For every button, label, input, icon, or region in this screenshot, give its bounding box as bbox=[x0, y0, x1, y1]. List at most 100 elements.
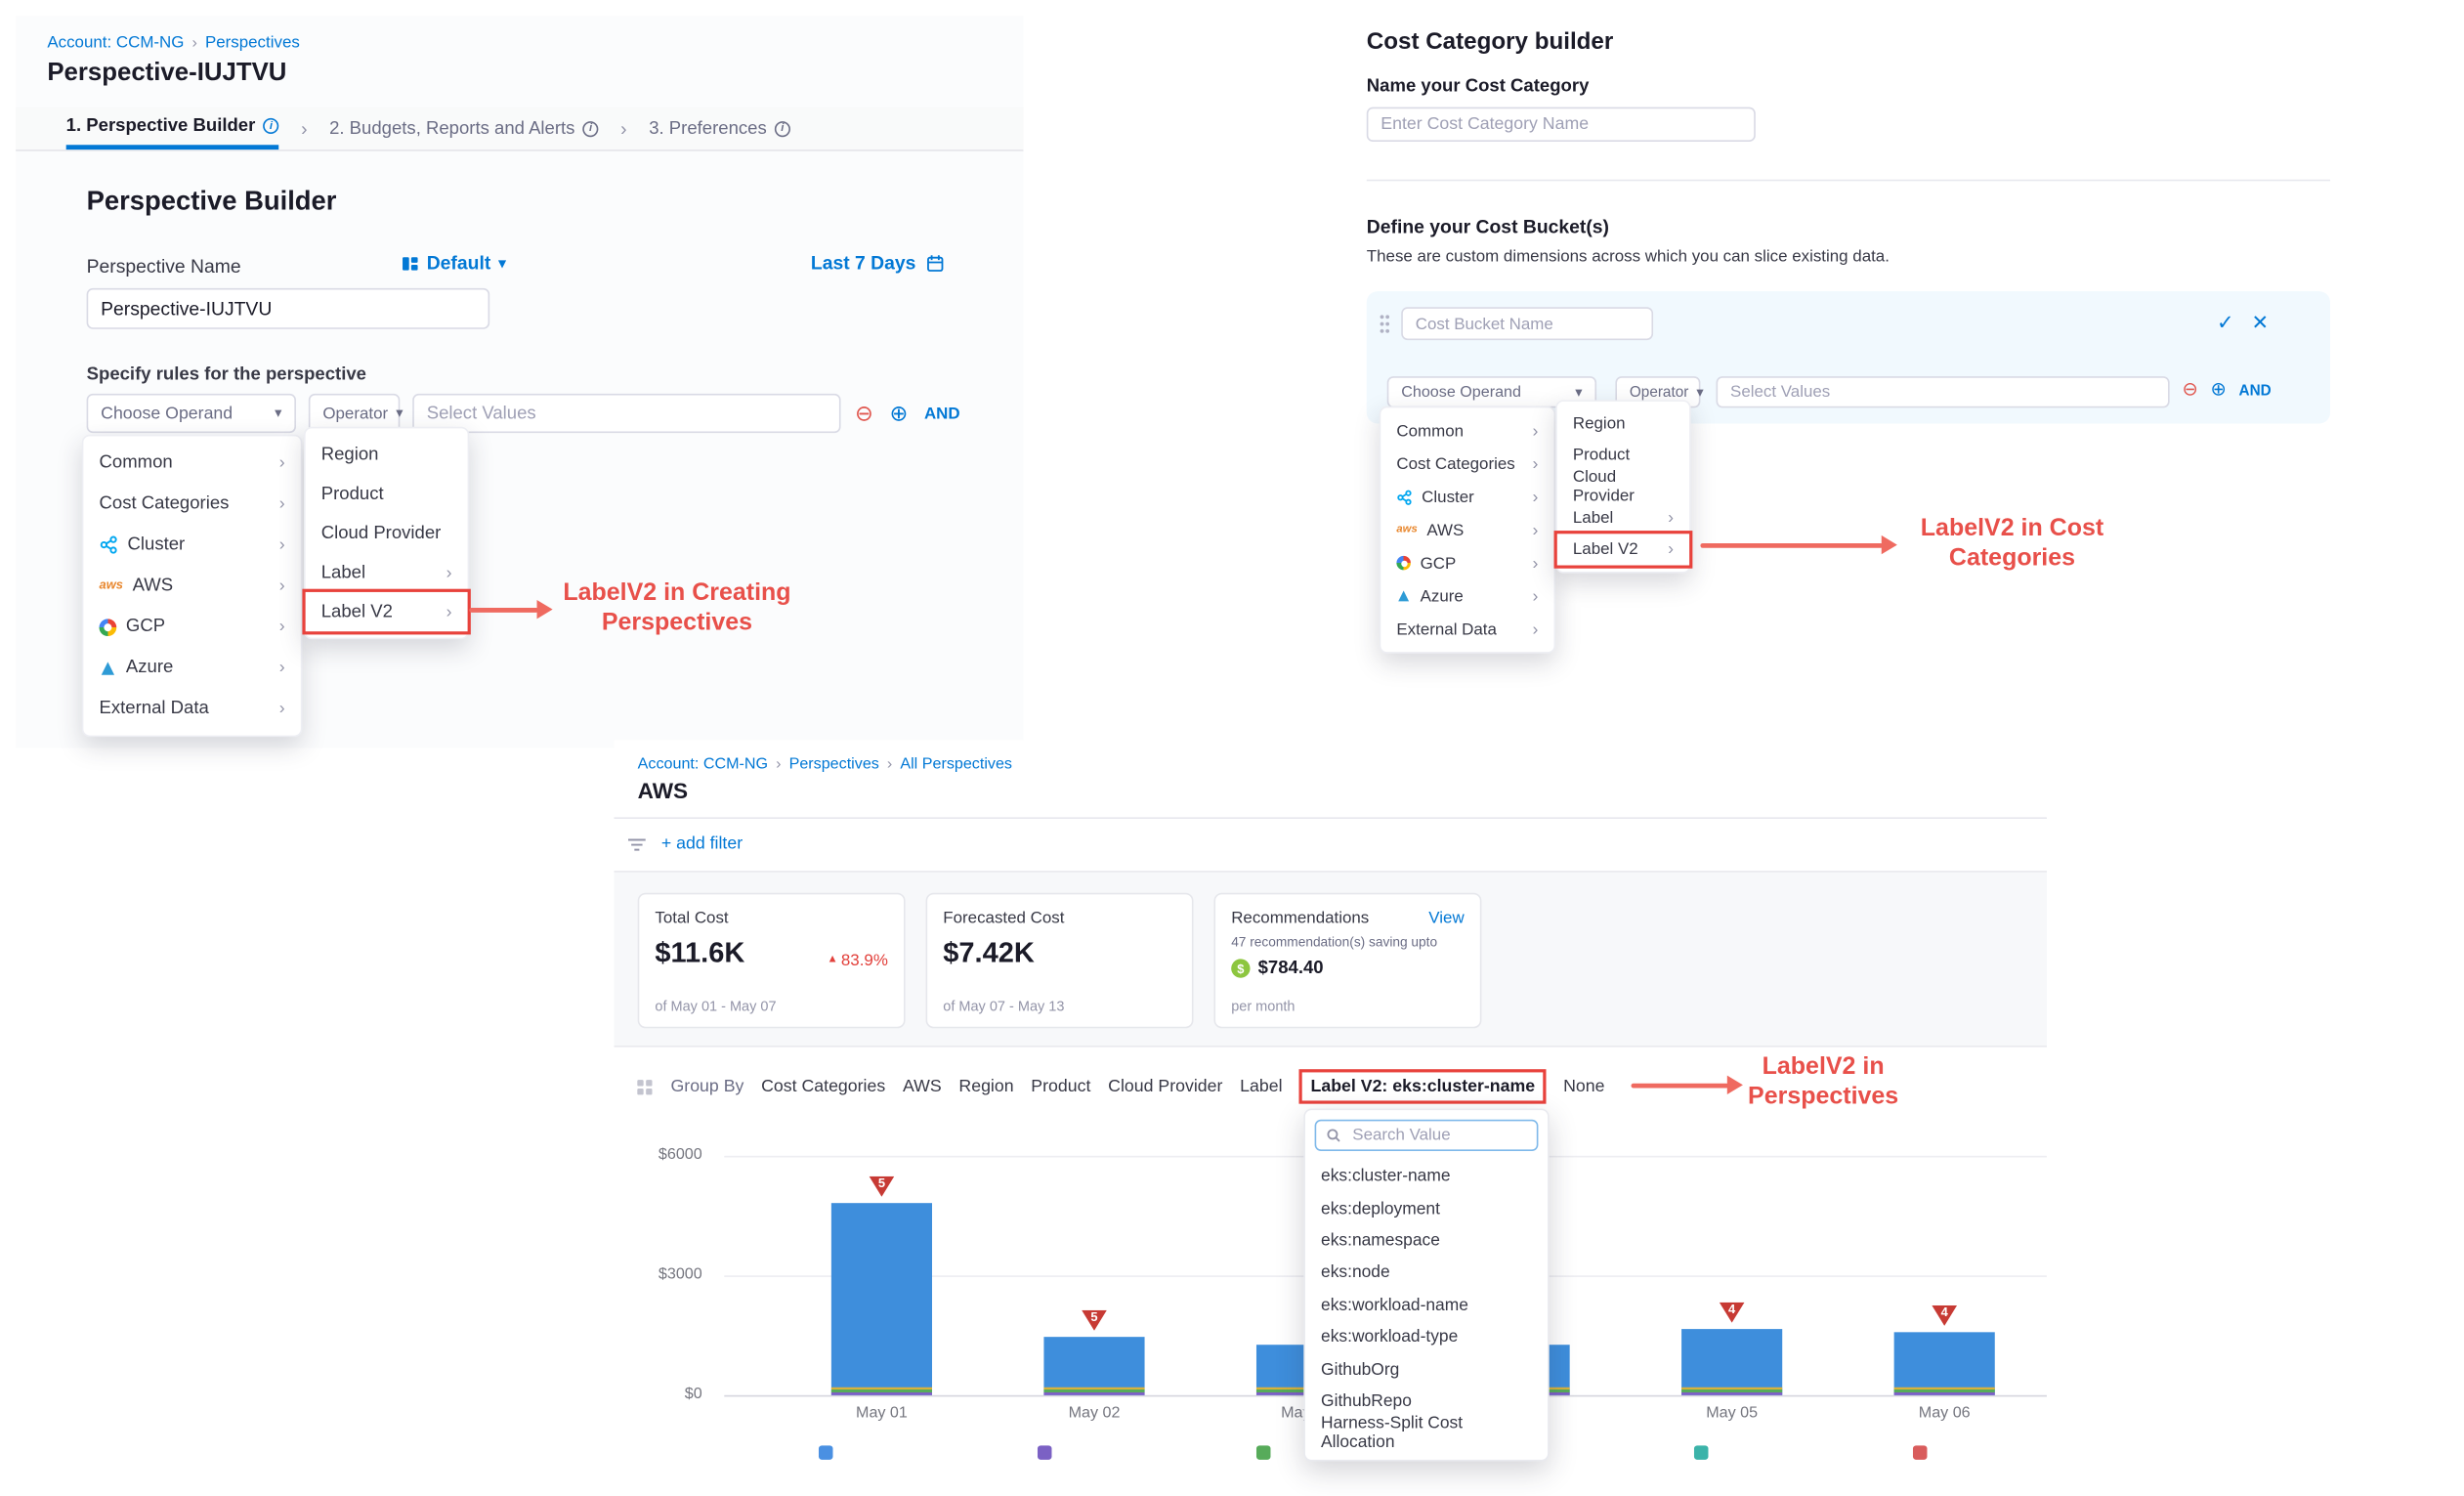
group-by-cloud-provider[interactable]: Cloud Provider bbox=[1108, 1077, 1222, 1095]
y-axis-tick: $0 bbox=[630, 1386, 702, 1403]
menu-item-azure[interactable]: Azure › bbox=[83, 647, 300, 688]
anomaly-badge[interactable]: 4 bbox=[1932, 1305, 1957, 1326]
recommendations-card: Recommendations View 47 recommendation(s… bbox=[1213, 893, 1481, 1029]
value-option-eks-node[interactable]: eks:node bbox=[1305, 1257, 1548, 1289]
breadcrumb-perspectives-link[interactable]: Perspectives bbox=[205, 33, 300, 52]
cc-submenu-item-region[interactable]: Region bbox=[1557, 407, 1689, 439]
value-option-githubrepo[interactable]: GithubRepo bbox=[1305, 1386, 1548, 1418]
value-option-harness-split-cost-allocation[interactable]: Harness-Split Cost Allocation bbox=[1305, 1418, 1548, 1450]
cc-menu-item-external-data[interactable]: External Data › bbox=[1381, 613, 1553, 646]
view-selector[interactable]: Default ▾ bbox=[402, 252, 506, 275]
add-filter-button[interactable]: + add filter bbox=[661, 834, 743, 853]
breadcrumb-account-link[interactable]: Account: CCM-NG bbox=[638, 756, 768, 774]
cost-category-name-input[interactable] bbox=[1367, 107, 1756, 142]
value-option-githuborg[interactable]: GithubOrg bbox=[1305, 1353, 1548, 1386]
menu-item-external-data[interactable]: External Data › bbox=[83, 688, 300, 729]
chart-bar-may-06[interactable] bbox=[1894, 1332, 1995, 1394]
submenu-item-label-v2[interactable]: Label V2 › bbox=[306, 592, 468, 631]
menu-item-aws[interactable]: aws AWS › bbox=[83, 566, 300, 607]
cc-submenu-item-product[interactable]: Product bbox=[1557, 440, 1689, 471]
cost-category-name-label: Name your Cost Category bbox=[1367, 77, 1590, 96]
cc-menu-item-aws[interactable]: aws AWS › bbox=[1381, 513, 1553, 546]
cc-add-rule-icon[interactable]: ⊕ bbox=[2211, 379, 2227, 398]
value-option-eks-deployment[interactable]: eks:deployment bbox=[1305, 1193, 1548, 1225]
chevron-separator-icon: › bbox=[887, 756, 892, 774]
tab-budgets-reports-alerts[interactable]: 2. Budgets, Reports and Alerts i bbox=[329, 107, 599, 150]
perspective-name-input[interactable] bbox=[87, 288, 490, 329]
group-by-region[interactable]: Region bbox=[958, 1077, 1013, 1095]
legend-swatch bbox=[819, 1445, 833, 1460]
group-by-aws[interactable]: AWS bbox=[903, 1077, 942, 1095]
tab-preferences[interactable]: 3. Preferences i bbox=[649, 107, 790, 150]
anomaly-badge[interactable]: 5 bbox=[870, 1176, 895, 1197]
recommendations-description: 47 recommendation(s) saving upto bbox=[1231, 934, 1465, 950]
submenu-item-region[interactable]: Region bbox=[306, 435, 468, 474]
chart-bar-may-05[interactable] bbox=[1681, 1329, 1782, 1395]
chevron-separator-icon: › bbox=[192, 34, 197, 52]
menu-item-cost-categories[interactable]: Cost Categories › bbox=[83, 484, 300, 525]
y-axis-tick: $6000 bbox=[630, 1146, 702, 1164]
annotation-creating-perspectives: LabelV2 in Creating Perspectives bbox=[551, 577, 803, 638]
savings-value: $784.40 bbox=[1258, 959, 1324, 977]
group-by-cost-categories[interactable]: Cost Categories bbox=[761, 1077, 885, 1095]
cc-submenu-item-label-v2[interactable]: Label V2 › bbox=[1557, 534, 1689, 565]
value-option-eks-workload-name[interactable]: eks:workload-name bbox=[1305, 1289, 1548, 1321]
cost-bucket-name-input[interactable] bbox=[1401, 307, 1653, 340]
chevron-right-icon: › bbox=[279, 618, 285, 636]
group-by-product[interactable]: Product bbox=[1031, 1077, 1090, 1095]
cc-operand-menu: Common › Cost Categories › Cluster › aws… bbox=[1380, 406, 1555, 654]
chevron-separator-icon: › bbox=[301, 117, 307, 140]
chevron-separator-icon: › bbox=[620, 117, 626, 140]
view-recommendations-link[interactable]: View bbox=[1428, 909, 1464, 927]
chevron-right-icon: › bbox=[279, 577, 285, 595]
cc-submenu-item-label[interactable]: Label › bbox=[1557, 502, 1689, 534]
remove-rule-icon[interactable]: ⊖ bbox=[855, 402, 873, 424]
menu-item-cluster[interactable]: Cluster › bbox=[83, 525, 300, 566]
confirm-bucket-icon[interactable]: ✓ bbox=[2217, 310, 2234, 335]
date-range-selector[interactable]: Last 7 Days bbox=[811, 252, 944, 275]
breadcrumb-account-link[interactable]: Account: CCM-NG bbox=[47, 33, 184, 52]
cc-submenu-item-cloud-provider[interactable]: Cloud Provider bbox=[1557, 471, 1689, 502]
group-by-selected-label-v2[interactable]: Label V2: eks:cluster-name bbox=[1299, 1069, 1546, 1103]
cc-remove-rule-icon[interactable]: ⊖ bbox=[2183, 379, 2198, 398]
choose-operand-dropdown[interactable]: Choose Operand ▾ bbox=[87, 394, 296, 433]
menu-item-gcp[interactable]: GCP › bbox=[83, 606, 300, 647]
value-option-eks-namespace[interactable]: eks:namespace bbox=[1305, 1224, 1548, 1257]
anomaly-badge[interactable]: 4 bbox=[1720, 1303, 1745, 1323]
card-label: Recommendations bbox=[1231, 909, 1369, 927]
group-by-label-option[interactable]: Label bbox=[1240, 1077, 1282, 1095]
section-divider bbox=[1367, 180, 2330, 182]
cc-menu-item-gcp[interactable]: GCP › bbox=[1381, 546, 1553, 579]
y-axis-tick: $3000 bbox=[630, 1266, 702, 1284]
drag-handle-icon[interactable] bbox=[1380, 314, 1390, 334]
chart-bar-may-02[interactable] bbox=[1043, 1337, 1144, 1395]
breadcrumb-all-perspectives-link[interactable]: All Perspectives bbox=[900, 756, 1012, 774]
legend-swatch bbox=[1038, 1445, 1052, 1460]
submenu-item-label[interactable]: Label › bbox=[306, 553, 468, 592]
value-option-eks-cluster-name[interactable]: eks:cluster-name bbox=[1305, 1161, 1548, 1193]
info-icon: i bbox=[775, 120, 790, 136]
tab-perspective-builder[interactable]: 1. Perspective Builder i bbox=[66, 107, 279, 150]
cancel-bucket-icon[interactable]: ✕ bbox=[2251, 310, 2269, 335]
menu-item-common[interactable]: Common › bbox=[83, 443, 300, 484]
cc-menu-item-common[interactable]: Common › bbox=[1381, 414, 1553, 448]
trend-up-icon: ▲ bbox=[827, 955, 837, 965]
select-values-input[interactable] bbox=[412, 394, 840, 433]
submenu-item-product[interactable]: Product bbox=[306, 474, 468, 513]
breadcrumb-perspectives-link[interactable]: Perspectives bbox=[789, 756, 879, 774]
add-rule-icon[interactable]: ⊕ bbox=[889, 402, 908, 424]
group-by-none[interactable]: None bbox=[1563, 1077, 1604, 1095]
cc-menu-item-azure[interactable]: Azure › bbox=[1381, 579, 1553, 613]
cc-menu-item-cost-categories[interactable]: Cost Categories › bbox=[1381, 448, 1553, 481]
and-operator-button[interactable]: AND bbox=[924, 405, 960, 423]
value-option-eks-workload-type[interactable]: eks:workload-type bbox=[1305, 1321, 1548, 1353]
value-search-input[interactable] bbox=[1349, 1125, 1522, 1147]
cc-and-operator-button[interactable]: AND bbox=[2239, 383, 2272, 401]
submenu-item-cloud-provider[interactable]: Cloud Provider bbox=[306, 513, 468, 552]
caret-down-icon: ▾ bbox=[498, 254, 505, 272]
cc-menu-item-cluster[interactable]: Cluster › bbox=[1381, 481, 1553, 514]
filter-icon[interactable] bbox=[626, 836, 647, 854]
anomaly-badge[interactable]: 5 bbox=[1082, 1310, 1107, 1331]
chart-bar-may-01[interactable] bbox=[831, 1203, 932, 1395]
cc-select-values-input[interactable] bbox=[1717, 376, 2170, 407]
